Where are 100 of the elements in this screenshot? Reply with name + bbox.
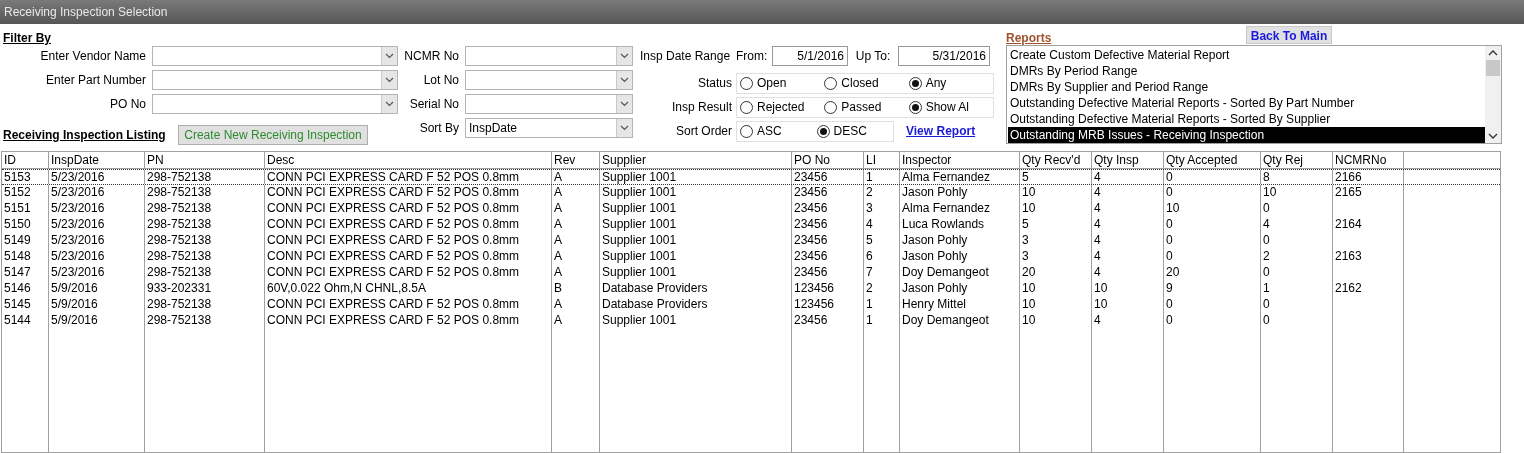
table-cell: 10: [1022, 297, 1036, 311]
table-cell: Database Providers: [602, 297, 708, 311]
table-cell: 10: [1166, 201, 1180, 215]
table-cell: CONN PCI EXPRESS CARD F 52 POS 0.8mm: [267, 185, 520, 199]
table-cell: 6: [866, 249, 873, 263]
column-header[interactable]: Desc: [265, 152, 552, 168]
combo-field[interactable]: [152, 70, 398, 90]
table-cell: Alma Fernandez: [902, 170, 991, 184]
table-cell: 4: [1094, 233, 1101, 247]
column-header[interactable]: Qty Rej: [1261, 152, 1333, 168]
dropdown-button[interactable]: [616, 71, 632, 89]
field-label: Insp Result: [670, 99, 733, 116]
table-cell: 10: [1094, 297, 1108, 311]
table-cell: 5150: [4, 217, 31, 231]
radio-button[interactable]: [740, 76, 753, 90]
combo-field[interactable]: [465, 70, 633, 90]
view-report-link[interactable]: View Report: [906, 122, 976, 140]
table-row[interactable]: 5151 5/23/2016 298-752138 CONN PCI EXPRESS CARD F 52 POS 0.8mm A Supplier 1001 23456 3 Alma Fernandez 10 4 10 0: [2, 201, 1500, 217]
combo-field[interactable]: [152, 46, 398, 66]
report-item[interactable]: DMRs By Supplier and Period Range: [1008, 79, 1485, 95]
column-header[interactable]: NCMRNo: [1333, 152, 1404, 168]
table-cell: Doy Demangeot: [902, 265, 989, 279]
column-header[interactable]: Supplier: [600, 152, 792, 168]
table-cell: 4: [1094, 249, 1101, 263]
table-cell: 23456: [794, 185, 828, 199]
radio-button[interactable]: [908, 76, 922, 90]
table-row[interactable]: 5146 5/9/2016 933-202331 60V,0.022 Ohm,N CHNL,8.5A B Database Providers 123456 2 Jason Pohly 10 10 9 1 2162: [2, 281, 1500, 297]
table-row[interactable]: 5149 5/23/2016 298-752138 CONN PCI EXPRESS CARD F 52 POS 0.8mm A Supplier 1001 23456 5 Jason Pohly 3 4 0 0: [2, 233, 1500, 249]
dropdown-button[interactable]: [381, 47, 397, 65]
field-label: Status: [696, 75, 733, 92]
report-item[interactable]: Create Custom Defective Material Report: [1008, 47, 1485, 63]
table-cell: A: [554, 249, 562, 263]
column-header[interactable]: Qty Insp: [1092, 152, 1164, 168]
report-item[interactable]: Outstanding Defective Material Reports - Sorted By Supplier: [1008, 111, 1485, 127]
table-cell: A: [554, 170, 562, 184]
table-cell: CONN PCI EXPRESS CARD F 52 POS 0.8mm: [267, 265, 520, 279]
column-header[interactable]: Qty Recv'd: [1020, 152, 1092, 168]
column-header[interactable]: InspDate: [49, 152, 145, 168]
report-item[interactable]: Outstanding Defective Material Reports - Sorted By Part Number: [1008, 95, 1485, 111]
table-row[interactable]: 5147 5/23/2016 298-752138 CONN PCI EXPRESS CARD F 52 POS 0.8mm A Supplier 1001 23456 7 Doy Demangeot 20 4 20 0: [2, 265, 1500, 281]
radio-button[interactable]: [816, 124, 830, 138]
column-header[interactable]: Inspector: [900, 152, 1020, 168]
table-cell: 5: [1022, 217, 1029, 231]
column-header[interactable]: ID: [2, 152, 49, 168]
table-cell: 298-752138: [147, 201, 212, 215]
caret-icon: [620, 125, 629, 131]
dropdown-button[interactable]: [616, 119, 632, 137]
scrollbar[interactable]: [1485, 46, 1501, 143]
radio-button[interactable]: [740, 100, 753, 114]
table-row[interactable]: 5145 5/9/2016 298-752138 CONN PCI EXPRESS CARD F 52 POS 0.8mm A Database Providers 123456 1 Henry Mittel 10 10 0 0: [2, 297, 1500, 313]
scroll-thumb[interactable]: [1486, 60, 1500, 76]
report-item[interactable]: DMRs By Period Range: [1008, 63, 1485, 79]
report-item[interactable]: Outstanding MRB Issues - Receiving Inspection: [1008, 127, 1485, 143]
column-header[interactable]: PN: [145, 152, 265, 168]
table-cell: Supplier 1001: [602, 313, 677, 327]
table-cell: 10: [1022, 185, 1036, 199]
back-to-main-button[interactable]: Back To Main: [1246, 26, 1332, 44]
table-cell: Supplier 1001: [602, 170, 677, 184]
table-row[interactable]: 5144 5/9/2016 298-752138 CONN PCI EXPRESS CARD F 52 POS 0.8mm A Supplier 1001 23456 1 Doy Demangeot 10 4 0 0: [2, 313, 1500, 329]
table-cell: 5152: [4, 185, 31, 199]
dropdown-button[interactable]: [616, 47, 632, 65]
field-label: PO No: [109, 96, 147, 113]
from-date-field[interactable]: 5/1/2016: [772, 46, 848, 66]
dropdown-button[interactable]: [381, 71, 397, 89]
column-header[interactable]: Qty Accepted: [1164, 152, 1261, 168]
table-cell: 5153: [4, 170, 31, 184]
table-cell: 2: [1263, 249, 1270, 263]
table-cell: 0: [1263, 265, 1270, 279]
table-row[interactable]: 5152 5/23/2016 298-752138 CONN PCI EXPRESS CARD F 52 POS 0.8mm A Supplier 1001 23456 2 Jason Pohly 10 4 0 10 2165: [2, 185, 1500, 201]
table-cell: 3: [1022, 249, 1029, 263]
column-header[interactable]: Rev: [552, 152, 600, 168]
radio-button[interactable]: [824, 76, 838, 90]
to-date-field[interactable]: 5/31/2016: [898, 46, 990, 66]
filter-heading: Filter By: [3, 30, 51, 45]
table-row[interactable]: 5148 5/23/2016 298-752138 CONN PCI EXPRESS CARD F 52 POS 0.8mm A Supplier 1001 23456 6 Jason Pohly 3 4 0 2 2163: [2, 249, 1500, 265]
dropdown-button[interactable]: [616, 95, 632, 113]
table-cell: 20: [1166, 265, 1180, 279]
combo-field[interactable]: [465, 94, 633, 114]
table-row[interactable]: 5153 5/23/2016 298-752138 CONN PCI EXPRESS CARD F 52 POS 0.8mm A Supplier 1001 23456 1 Alma Fernandez 5 4 0 8 2166: [2, 169, 1500, 185]
table-cell: 1: [866, 313, 873, 327]
table-cell: 123456: [794, 281, 835, 295]
table-cell: 0: [1166, 297, 1173, 311]
table-cell: 933-202331: [147, 281, 212, 295]
combo-field[interactable]: [465, 46, 633, 66]
field-label: Sort Order: [675, 123, 733, 140]
dropdown-button[interactable]: [381, 95, 397, 113]
table-row[interactable]: 5150 5/23/2016 298-752138 CONN PCI EXPRESS CARD F 52 POS 0.8mm A Supplier 1001 23456 4 Luca Rowlands 5 4 0 4 2164: [2, 217, 1500, 233]
table-cell: 10: [1263, 185, 1277, 199]
radio-button[interactable]: [824, 100, 838, 114]
table-cell: CONN PCI EXPRESS CARD F 52 POS 0.8mm: [267, 249, 520, 263]
column-header[interactable]: LI: [864, 152, 900, 168]
radio-button[interactable]: [740, 124, 753, 138]
radio-button[interactable]: [908, 100, 922, 114]
combo-field[interactable]: [152, 94, 398, 114]
table-cell: 9: [1166, 281, 1173, 295]
window-title: Receiving Inspection Selection: [4, 4, 168, 21]
listing-heading: Receiving Inspection Listing: [3, 127, 167, 144]
column-header[interactable]: PO No: [792, 152, 864, 168]
table-cell: 0: [1263, 297, 1270, 311]
combo-field[interactable]: InspDate: [465, 118, 633, 138]
